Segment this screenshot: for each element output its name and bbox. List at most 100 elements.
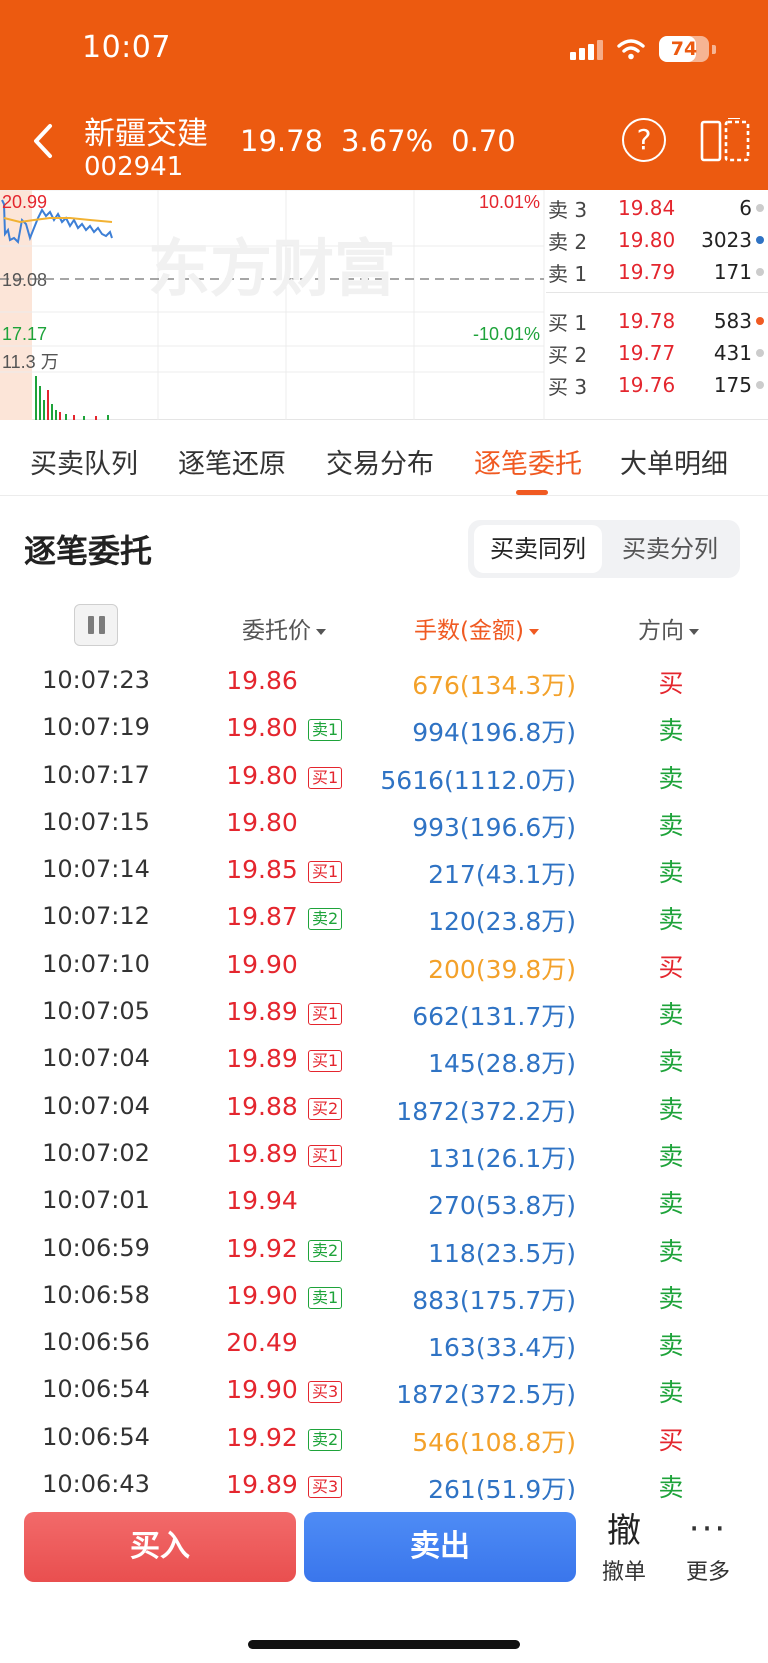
table-row[interactable]: 10:06:54 19.90 买3 1872(372.5万) 卖	[0, 1367, 768, 1414]
order-book-volume: 171	[713, 260, 752, 284]
order-amount: 118(23.5万)	[428, 1238, 576, 1268]
level-tag: 买1	[308, 1003, 343, 1026]
table-row[interactable]: 10:07:02 19.89 买1 131(26.1万) 卖	[0, 1131, 768, 1178]
section-title: 逐笔委托	[24, 532, 153, 570]
table-row[interactable]: 10:07:19 19.80 卖1 994(196.8万) 卖	[0, 705, 768, 752]
battery-tip	[712, 44, 716, 54]
table-row[interactable]: 10:07:04 19.89 买1 145(28.8万) 卖	[0, 1036, 768, 1083]
table-row[interactable]: 10:07:14 19.85 买1 217(43.1万) 卖	[0, 847, 768, 894]
order-direction: 卖	[658, 763, 684, 793]
table-row[interactable]: 10:07:05 19.89 买1 662(131.7万) 卖	[0, 989, 768, 1036]
table-row[interactable]: 10:07:15 19.80 993(196.6万) 卖	[0, 800, 768, 847]
order-book-price: 19.77	[618, 341, 676, 365]
order-amount: 883(175.7万)	[412, 1285, 576, 1315]
order-time: 10:07:10	[42, 949, 150, 978]
order-price: 19.92	[226, 1422, 298, 1452]
col-header-direction[interactable]: 方向	[638, 611, 699, 645]
level-tag: 卖1	[308, 719, 343, 742]
table-row[interactable]: 10:07:23 19.86 676(134.3万) 买	[0, 658, 768, 705]
volume-label: 11.3 万	[2, 352, 59, 372]
col-header-amount[interactable]: 手数(金额)	[414, 611, 539, 645]
level-tag: 买1	[308, 861, 343, 884]
order-amount: 993(196.6万)	[412, 812, 576, 842]
last-price: 19.78	[240, 124, 324, 158]
pause-button[interactable]	[74, 604, 118, 646]
order-price: 19.87	[226, 902, 298, 932]
order-time: 10:07:14	[42, 855, 150, 884]
order-amount: 1872(372.5万)	[396, 1380, 576, 1410]
order-amount: 546(108.8万)	[412, 1427, 576, 1457]
col-header-price[interactable]: 委托价	[242, 611, 326, 645]
more-label: 更多	[685, 1560, 730, 1585]
intraday-chart[interactable]: 20.99 19.08 17.17 10.01% -10.01% 11.3 万 …	[0, 190, 546, 420]
order-time: 10:07:17	[42, 760, 150, 789]
low-label: 17.17	[2, 324, 47, 344]
order-price: 19.90	[226, 949, 298, 979]
order-direction: 卖	[658, 1047, 684, 1077]
order-time: 10:06:56	[42, 1328, 150, 1357]
order-book-row: 买 3 19.76 175	[546, 369, 768, 401]
order-price: 19.89	[226, 997, 298, 1027]
order-direction: 卖	[658, 858, 684, 888]
tab-tick-orders[interactable]: 逐笔委托	[474, 442, 582, 481]
wifi-icon	[617, 39, 645, 60]
table-row[interactable]: 10:07:17 19.80 买1 5616(1112.0万) 卖	[0, 753, 768, 800]
order-time: 10:06:59	[42, 1233, 150, 1262]
prev-close-label: 19.08	[2, 270, 47, 290]
tab-queue[interactable]: 买卖队列	[30, 442, 138, 481]
table-row[interactable]: 10:07:10 19.90 200(39.8万) 买	[0, 942, 768, 989]
order-price: 19.89	[226, 1138, 298, 1168]
app-header: 10:07 74 新疆交建 002941 19.78 3.67% 0.70 ?	[0, 0, 768, 190]
order-book-volume: 3023	[701, 228, 752, 252]
table-row[interactable]: 10:06:56 20.49 163(33.4万) 卖	[0, 1320, 768, 1367]
order-list: 10:07:23 19.86 676(134.3万) 买 10:07:19 19.80 卖1…	[0, 658, 768, 1509]
order-amount: 200(39.8万)	[428, 954, 576, 984]
order-time: 10:07:04	[42, 1091, 150, 1120]
same-column-option[interactable]: 买卖同列	[474, 525, 602, 573]
order-direction: 卖	[658, 1473, 684, 1503]
down-pct-label: -10.01%	[473, 324, 540, 344]
table-row[interactable]: 10:06:54 19.92 卖2 546(108.8万) 买	[0, 1415, 768, 1462]
table-row[interactable]: 10:06:58 19.90 卖1 883(175.7万) 卖	[0, 1273, 768, 1320]
order-price: 19.90	[226, 1375, 298, 1405]
order-book-row: 卖 1 19.79 171	[546, 256, 768, 288]
order-time: 10:06:54	[42, 1422, 150, 1451]
order-book-price: 19.76	[618, 373, 676, 397]
tab-large-orders[interactable]: 大单明细	[620, 442, 728, 481]
order-amount: 994(196.8万)	[412, 718, 576, 748]
order-book-volume: 6	[739, 196, 752, 220]
sort-arrow-icon	[528, 628, 539, 635]
cancel-order-icon: 撤	[607, 1511, 641, 1551]
order-book-level: 买 2	[548, 342, 588, 367]
table-row[interactable]: 10:07:04 19.88 买2 1872(372.2万) 卖	[0, 1084, 768, 1131]
split-column-option[interactable]: 买卖分列	[606, 525, 734, 573]
sell-button[interactable]: 卖出	[304, 1512, 576, 1582]
landscape-toggle-icon[interactable]	[700, 118, 750, 164]
status-icons: 74	[570, 36, 716, 62]
order-time: 10:06:58	[42, 1280, 150, 1309]
order-amount: 270(53.8万)	[428, 1191, 576, 1221]
mini-chart-panel[interactable]: 20.99 19.08 17.17 10.01% -10.01% 11.3 万 …	[0, 190, 768, 420]
table-row[interactable]: 10:07:12 19.87 卖2 120(23.8万) 卖	[0, 894, 768, 941]
tab-tick-restore[interactable]: 逐笔还原	[178, 442, 286, 481]
level-tag: 买1	[308, 1050, 343, 1073]
more-button[interactable]: ··· 更多	[676, 1508, 740, 1598]
order-amount: 5616(1112.0万)	[380, 765, 576, 795]
order-book-dot	[756, 317, 764, 325]
buy-button[interactable]: 买入	[24, 1512, 296, 1582]
cellular-signal-icon	[570, 38, 603, 60]
tab-trade-distribution[interactable]: 交易分布	[326, 442, 434, 481]
high-label: 20.99	[2, 192, 47, 212]
table-row[interactable]: 10:07:01 19.94 270(53.8万) 卖	[0, 1178, 768, 1225]
order-book-level: 卖 1	[548, 261, 588, 286]
cancel-order-button[interactable]: 撤 撤单	[592, 1508, 656, 1598]
help-button[interactable]: ?	[622, 118, 666, 162]
stock-code: 002941	[84, 152, 184, 182]
table-row[interactable]: 10:06:59 19.92 卖2 118(23.5万) 卖	[0, 1226, 768, 1273]
order-direction: 买	[658, 1425, 684, 1455]
order-time: 10:07:02	[42, 1138, 150, 1167]
order-time: 10:07:05	[42, 997, 150, 1026]
level-tag: 买3	[308, 1381, 343, 1404]
back-icon[interactable]	[26, 118, 60, 164]
order-book-row: 买 1 19.78 583	[546, 305, 768, 337]
